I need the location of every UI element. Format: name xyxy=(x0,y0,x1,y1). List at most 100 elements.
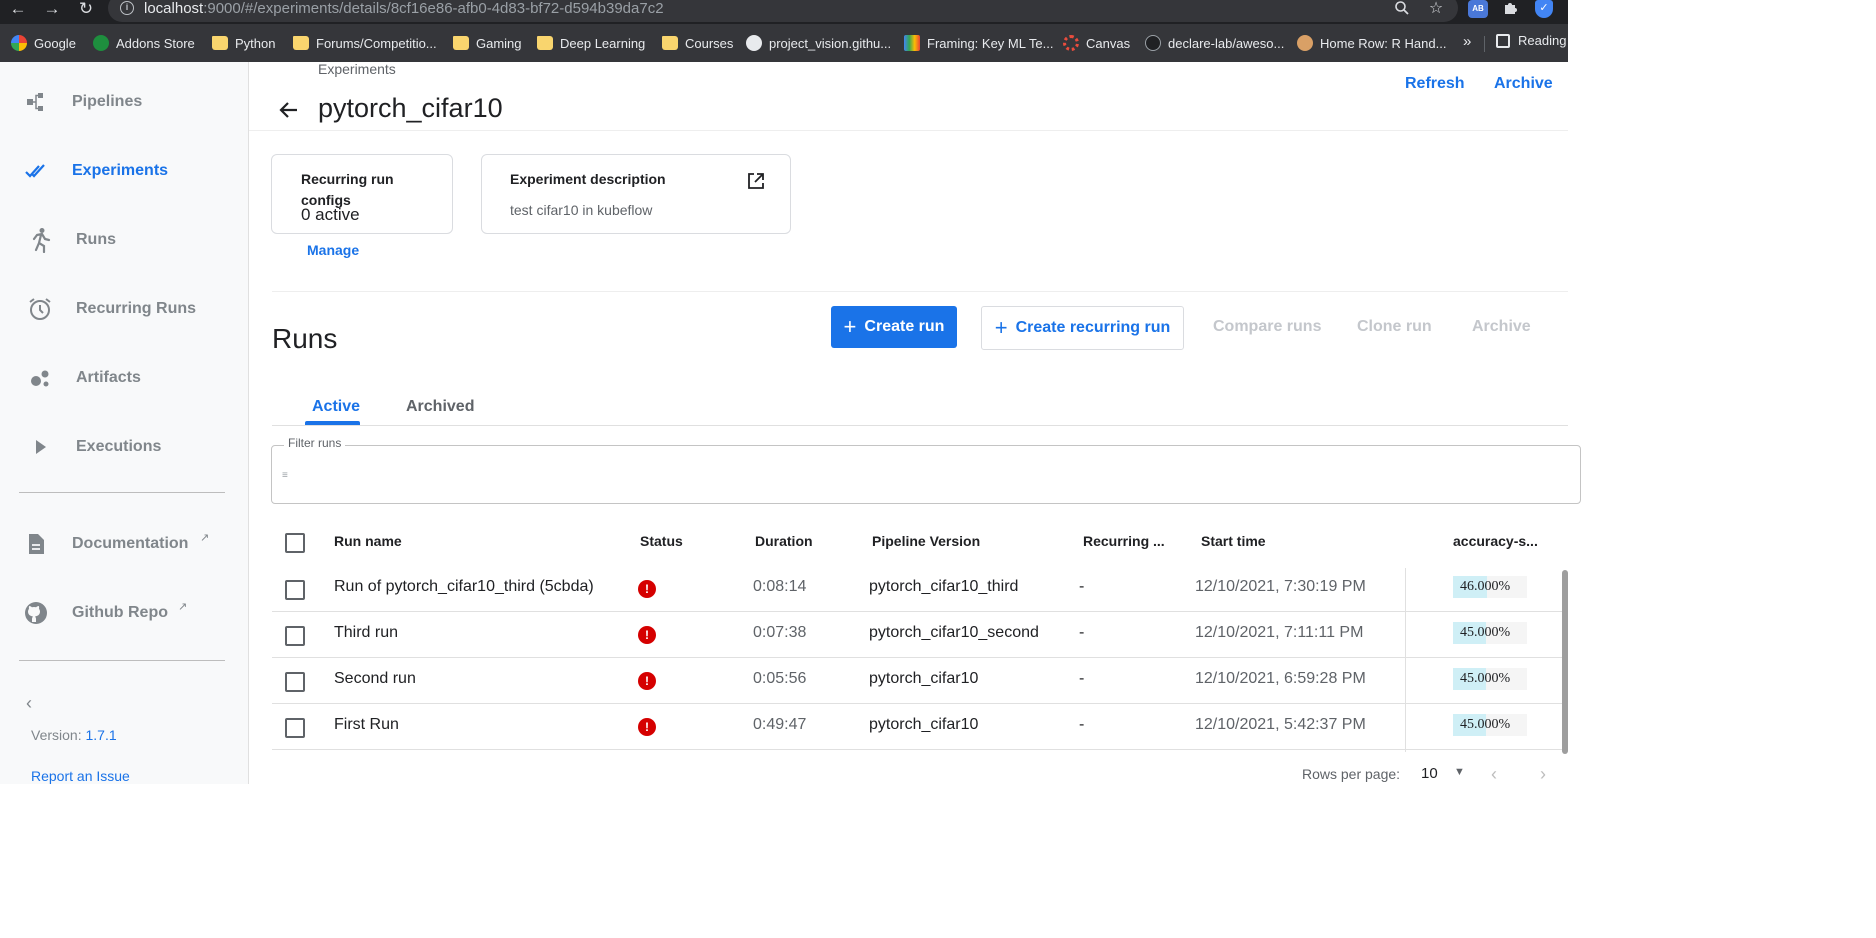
column-header-status[interactable]: Status xyxy=(640,533,683,549)
runs-heading: Runs xyxy=(272,323,338,354)
adblock-extension-icon[interactable]: AB xyxy=(1468,0,1488,18)
compare-runs-button[interactable]: Compare runs xyxy=(1213,318,1321,336)
run-duration: 0:05:56 xyxy=(753,670,807,687)
star-icon[interactable]: ☆ xyxy=(1426,0,1446,18)
create-run-button[interactable]: + Create run xyxy=(831,306,957,348)
sidebar-item-artifacts[interactable]: Artifacts xyxy=(0,355,249,401)
clone-run-button[interactable]: Clone run xyxy=(1357,318,1432,336)
refresh-button[interactable]: Refresh xyxy=(1405,75,1465,93)
shield-check-icon[interactable]: ✓ xyxy=(1535,0,1553,18)
bookmark-gaming[interactable]: Gaming xyxy=(453,33,522,53)
bookmark-project-vision[interactable]: project_vision.githu... xyxy=(746,33,891,53)
colab-icon xyxy=(904,35,920,51)
column-header-recurring[interactable]: Recurring ... xyxy=(1083,533,1165,549)
reading-list-button[interactable]: Reading xyxy=(1496,33,1566,48)
tab-archived[interactable]: Archived xyxy=(406,398,474,416)
collapse-sidebar-icon[interactable]: ‹ xyxy=(26,693,32,714)
rows-per-page-select[interactable]: 10 xyxy=(1421,765,1438,782)
forward-icon[interactable]: → xyxy=(42,0,62,20)
sidebar-item-runs[interactable]: Runs xyxy=(0,217,249,263)
bookmark-framing[interactable]: Framing: Key ML Te... xyxy=(904,33,1053,53)
active-count: 0 active xyxy=(301,205,360,224)
sidebar-link-github[interactable]: Github Repo ↗ xyxy=(0,590,249,636)
run-duration: 0:08:14 xyxy=(753,578,807,595)
run-name-link[interactable]: Run of pytorch_cifar10_third (5cbda) xyxy=(334,578,594,596)
manage-link[interactable]: Manage xyxy=(307,242,359,258)
recurring-value: - xyxy=(1079,716,1085,733)
metric-value: 46.000% xyxy=(1460,579,1511,594)
bookmark-declare-lab[interactable]: declare-lab/aweso... xyxy=(1145,33,1284,53)
sidebar-item-executions[interactable]: Executions xyxy=(0,424,249,470)
tab-active[interactable]: Active xyxy=(312,398,360,416)
column-header-start-time[interactable]: Start time xyxy=(1201,533,1266,549)
row-checkbox[interactable] xyxy=(285,672,305,692)
experiment-description: test cifar10 in kubeflow xyxy=(510,202,653,218)
google-icon xyxy=(11,35,27,51)
bookmark-deep-learning[interactable]: Deep Learning xyxy=(537,33,645,53)
bookmark-home-row[interactable]: Home Row: R Hand... xyxy=(1297,33,1446,53)
start-time: 12/10/2021, 5:42:37 PM xyxy=(1195,716,1366,733)
globe-icon xyxy=(746,35,762,51)
table-row[interactable]: Run of pytorch_cifar10_third (5cbda) ! 0… xyxy=(272,566,1568,612)
caret-down-icon[interactable]: ▼ xyxy=(1454,766,1465,778)
select-all-checkbox[interactable] xyxy=(285,533,305,553)
sidebar-item-pipelines[interactable]: Pipelines xyxy=(0,79,249,125)
more-bookmarks-icon[interactable]: » xyxy=(1463,33,1471,50)
horizontal-scrollbar[interactable] xyxy=(1562,570,1568,754)
back-icon[interactable]: ← xyxy=(8,0,28,20)
table-row[interactable]: Third run ! 0:07:38 pytorch_cifar10_seco… xyxy=(272,612,1568,658)
report-issue-link[interactable]: Report an Issue xyxy=(31,768,130,784)
run-name-link[interactable]: Third run xyxy=(334,624,398,642)
create-recurring-run-button[interactable]: + Create recurring run xyxy=(981,306,1184,350)
bookmark-courses[interactable]: Courses xyxy=(662,33,733,53)
run-name-link[interactable]: First Run xyxy=(334,716,399,734)
addons-icon xyxy=(93,35,109,51)
zoom-icon[interactable] xyxy=(1392,0,1412,18)
row-checkbox[interactable] xyxy=(285,718,305,738)
sidebar-item-recurring-runs[interactable]: Recurring Runs xyxy=(0,286,249,332)
sidebar-item-experiments[interactable]: Experiments xyxy=(0,148,249,194)
site-info-icon[interactable]: i xyxy=(120,1,134,15)
version-link[interactable]: 1.7.1 xyxy=(85,727,116,743)
bookmark-canvas[interactable]: Canvas xyxy=(1063,33,1130,53)
bookmarks-separator xyxy=(1484,36,1485,52)
column-header-run-name[interactable]: Run name xyxy=(334,533,402,549)
bookmark-google[interactable]: Google xyxy=(11,33,76,53)
archive-experiment-button[interactable]: Archive xyxy=(1494,75,1553,93)
open-in-new-icon[interactable] xyxy=(747,172,765,190)
reload-icon[interactable]: ↻ xyxy=(76,0,96,20)
external-link-icon: ↗ xyxy=(178,601,188,613)
url-text[interactable]: localhost:9000/#/experiments/details/8cf… xyxy=(144,0,664,18)
runs-icon xyxy=(26,226,54,254)
breadcrumb[interactable]: Experiments xyxy=(318,61,396,77)
puzzle-icon[interactable] xyxy=(1501,0,1521,18)
metric-bar: 45.000% xyxy=(1453,668,1527,690)
column-header-pipeline-version[interactable]: Pipeline Version xyxy=(872,533,980,549)
sidebar: Pipelines Experiments Runs Recurring Run… xyxy=(0,62,249,784)
table-row[interactable]: First Run ! 0:49:47 pytorch_cifar10 - 12… xyxy=(272,704,1568,750)
next-page-icon[interactable]: › xyxy=(1540,764,1546,785)
filter-runs-input[interactable] xyxy=(271,445,1581,504)
row-checkbox[interactable] xyxy=(285,626,305,646)
run-name-link[interactable]: Second run xyxy=(334,670,416,688)
pipeline-version-link[interactable]: pytorch_cifar10_second xyxy=(869,624,1039,642)
previous-page-icon[interactable]: ‹ xyxy=(1491,764,1497,785)
pipeline-version-link[interactable]: pytorch_cifar10 xyxy=(869,716,978,734)
bookmark-addons-store[interactable]: Addons Store xyxy=(93,33,195,53)
column-header-duration[interactable]: Duration xyxy=(755,533,813,549)
back-arrow-icon[interactable] xyxy=(277,98,301,122)
metric-bar: 45.000% xyxy=(1453,622,1527,644)
sidebar-link-documentation[interactable]: Documentation ↗ xyxy=(0,521,249,567)
archive-runs-button[interactable]: Archive xyxy=(1472,318,1531,336)
header-divider xyxy=(249,130,1568,131)
recurring-value: - xyxy=(1079,578,1085,595)
row-checkbox[interactable] xyxy=(285,580,305,600)
pipeline-version-link[interactable]: pytorch_cifar10_third xyxy=(869,578,1018,596)
section-divider xyxy=(272,291,1568,292)
pipeline-version-link[interactable]: pytorch_cifar10 xyxy=(869,670,978,688)
column-header-accuracy[interactable]: accuracy-s... xyxy=(1453,533,1538,549)
bookmark-python[interactable]: Python xyxy=(212,33,275,53)
bookmark-forums[interactable]: Forums/Competitio... xyxy=(293,33,437,53)
start-time: 12/10/2021, 6:59:28 PM xyxy=(1195,670,1366,687)
table-row[interactable]: Second run ! 0:05:56 pytorch_cifar10 - 1… xyxy=(272,658,1568,704)
